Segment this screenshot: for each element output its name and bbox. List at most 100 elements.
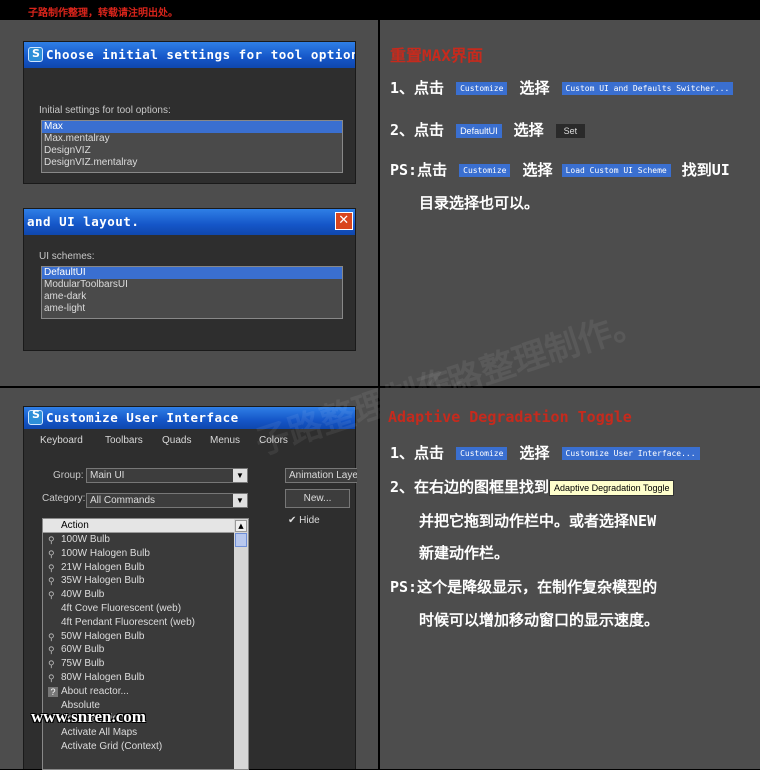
top-notice-bar: 子路制作整理，转载请注明出处。 [0,0,760,20]
ui-switcher-tag: Custom UI and Defaults Switcher... [561,82,734,95]
group-label: Group: [53,470,84,481]
step-text: 2、在右边的图框里找到 [390,478,550,496]
step-text: 1、点击 [390,444,445,462]
step-text: 2、点击 [390,121,445,139]
action-label: Activate All Maps [61,727,138,739]
lamp-icon: ⚲ [48,645,55,656]
section1-ps-line2: 目录选择也可以。 [419,194,540,212]
step-text: PS:点击 [390,161,448,179]
action-label: 100W Bulb [61,534,110,545]
tab-keyboard[interactable]: Keyboard [40,431,83,451]
action-label: 75W Bulb [61,658,105,670]
list-item[interactable]: Max [42,121,342,133]
initial-settings-list[interactable]: Max Max.mentalray DesignVIZ DesignVIZ.me… [41,120,343,173]
section2-ps-line2: 时候可以增加移动窗口的显示速度。 [419,611,660,629]
load-scheme-tag: Load Custom UI Scheme [561,164,671,177]
new-button[interactable]: New... [285,489,350,508]
list-item[interactable]: Activate All Maps [43,726,248,740]
scroll-thumb[interactable] [235,533,247,547]
initial-settings-label: Initial settings for tool options: [39,105,171,116]
defaultui-tag: DefaultUI [456,123,502,138]
action-group-combo[interactable]: Animation Layers [285,468,357,483]
chevron-down-icon: ▼ [233,494,247,507]
list-item[interactable]: 4ft Cove Fluorescent (web) [43,602,248,616]
lamp-icon: ⚲ [48,548,55,559]
scroll-up-icon[interactable]: ▲ [235,520,247,532]
action-label: 50W Halogen Bulb [61,630,145,642]
hide-checkbox[interactable]: ✔ Hide [288,515,320,526]
tab-toolbars[interactable]: Toolbars [105,431,143,451]
lamp-icon: ⚲ [48,672,55,683]
action-label: 4ft Cove Fluorescent (web) [61,602,182,614]
section2-step1: 1、点击 Customize 选择 Customize User Interfa… [390,442,703,463]
section2-heading: Adaptive Degradation Toggle [388,408,632,426]
list-item[interactable]: DesignVIZ [42,145,342,157]
customize-menu-tag: Customize [459,164,511,177]
action-label: 100W Halogen Bulb [61,547,150,559]
section2-step2-line3: 新建动作栏。 [419,544,510,562]
dialog-titlebar[interactable]: Choose initial settings for tool options [24,42,355,68]
list-item[interactable]: ? About reactor... [43,685,248,699]
ui-schemes-label: UI schemes: [39,251,95,262]
group-combo[interactable]: Main UI ▼ [86,468,248,483]
list-item[interactable]: ame-dark [42,291,342,303]
dialog-title: and UI layout. [27,214,140,229]
list-item[interactable]: 4ft Pendant Fluorescent (web) [43,616,248,630]
tab-menus[interactable]: Menus [210,431,240,451]
list-item[interactable]: ⚲ 100W Halogen Bulb [43,547,248,561]
list-item[interactable]: ⚲ 40W Bulb [43,588,248,602]
panel-top-left: Choose initial settings for tool options… [0,20,378,386]
customize-ui-tag: Customize User Interface... [561,447,700,460]
lamp-icon: ⚲ [48,631,55,642]
action-column-header[interactable]: Action [43,519,248,533]
list-item[interactable]: ⚲ 60W Bulb [43,643,248,657]
chevron-down-icon: ▼ [233,469,247,482]
list-item[interactable]: ame-light [42,303,342,315]
list-item[interactable]: ⚲ 21W Halogen Bulb [43,561,248,575]
step-text: 选择 [519,79,550,97]
lamp-icon: ⚲ [48,535,55,545]
help-icon: ? [48,686,58,697]
list-item[interactable]: ⚲ 75W Bulb [43,657,248,671]
tab-quads[interactable]: Quads [162,431,191,451]
list-item[interactable]: DesignVIZ.mentalray [42,157,342,169]
lamp-icon: ⚲ [48,590,55,601]
section1-step1: 1、点击 Customize 选择 Custom UI and Defaults… [390,77,736,98]
step-text: 找到UI [681,161,730,179]
group-value: Main UI [90,470,125,481]
step-text: 选择 [522,161,553,179]
dialog-titlebar[interactable]: and UI layout. ✕ [24,209,355,235]
list-item[interactable]: ⚲ 50W Halogen Bulb [43,630,248,644]
section2-ps-line1: PS:这个是降级显示，在制作复杂模型的 [390,578,658,596]
set-button-tag: Set [555,123,586,138]
close-button[interactable]: ✕ [335,212,353,230]
list-item[interactable]: DefaultUI [42,267,342,279]
action-label: 80W Halogen Bulb [61,671,145,683]
hide-label: Hide [299,515,320,526]
initial-settings-dialog: Choose initial settings for tool options… [23,41,356,184]
list-item[interactable]: ⚲ 100W Bulb [43,533,248,547]
app-icon [28,42,43,67]
category-combo[interactable]: All Commands ▼ [86,493,248,508]
list-item[interactable]: ⚲ 80W Halogen Bulb [43,671,248,685]
action-label: 21W Halogen Bulb [61,561,145,573]
action-label: Activate Grid (Context) [61,740,163,752]
customize-menu-tag: Customize [456,447,508,460]
list-item[interactable]: Activate Grid (Context) [43,740,248,754]
adaptive-degradation-tag: Adaptive Degradation Toggle [549,479,675,496]
section2-step2-line2: 并把它拖到动作栏中。或者选择NEW [419,512,657,530]
app-icon [28,407,43,426]
list-item[interactable]: Max.mentalray [42,133,342,145]
lamp-icon: ⚲ [48,562,55,573]
site-watermark: www.snren.com [31,707,146,726]
ui-schemes-list[interactable]: DefaultUI ModularToolbarsUI ame-dark ame… [41,266,343,319]
list-item[interactable]: ⚲ 35W Halogen Bulb [43,574,248,588]
action-label: 60W Bulb [61,644,105,656]
list-item[interactable]: ModularToolbarsUI [42,279,342,291]
action-label: 35W Halogen Bulb [61,575,145,587]
step-text: 选择 [513,121,544,139]
section2-step2: 2、在右边的图框里找到 Adaptive Degradation Toggle [390,476,677,497]
scrollbar[interactable]: ▲ [234,519,248,769]
category-label: Category: [42,493,86,504]
actions-list[interactable]: Action ⚲ 100W Bulb ⚲ 100W Halogen Bulb ⚲ 21W … [42,518,249,770]
